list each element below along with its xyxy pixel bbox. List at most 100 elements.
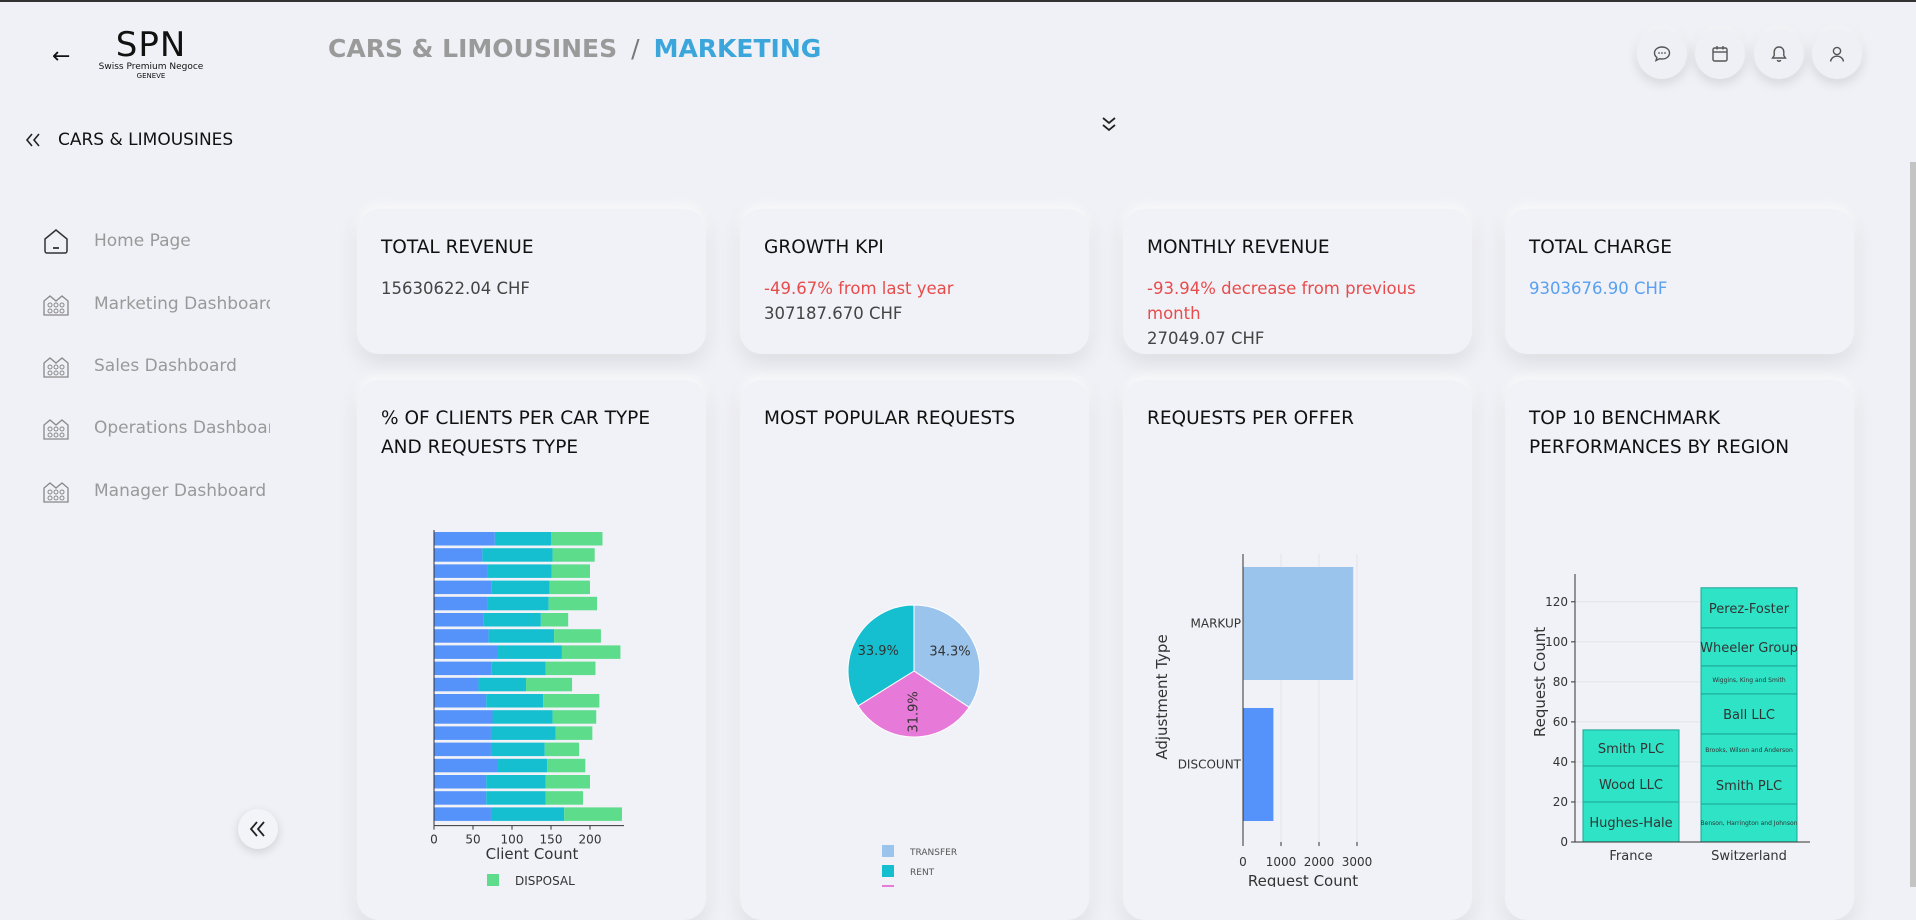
bar-segment	[545, 661, 596, 676]
bar-segment	[554, 629, 601, 643]
logo-subtitle: Swiss Premium Negoce	[98, 62, 204, 72]
sidebar-item-sales[interactable]: Sales Dashboard	[40, 346, 270, 386]
y-tick-label: 40	[1553, 755, 1568, 769]
y-tick-label: 80	[1553, 675, 1568, 689]
breadcrumb-section[interactable]: CARS & LIMOUSINES	[328, 34, 617, 63]
bar-segment-label: Wheeler Group	[1700, 641, 1798, 656]
bar-segment	[552, 548, 595, 562]
collapse-header-button[interactable]	[1100, 114, 1118, 138]
card-title: TOTAL CHARGE	[1529, 237, 1672, 258]
chat-icon	[1653, 46, 1671, 62]
sidebar-item-home[interactable]: Home Page	[40, 221, 270, 261]
bar-segment	[552, 710, 597, 724]
bar-segment	[490, 726, 556, 740]
card-title: REQUESTS PER OFFER	[1147, 408, 1354, 429]
bar-segment	[548, 596, 598, 611]
pie-slice-label: 34.3%	[929, 645, 970, 660]
sidebar-item-operations[interactable]: Operations Dashboard	[40, 408, 270, 448]
building-icon	[40, 412, 72, 444]
bar-segment	[434, 629, 489, 643]
kpi-value: 27049.07 CHF	[1147, 329, 1265, 348]
sidebar-item-label: Operations Dashboard	[94, 418, 270, 438]
clients-stacked-bar-chart: 0 50 100 150 200Client CountDISPOSAL	[430, 530, 624, 887]
x-tick-label: Switzerland	[1711, 849, 1787, 864]
home-icon	[40, 225, 72, 257]
sidebar-collapse-button[interactable]	[238, 809, 278, 849]
bar	[1243, 708, 1274, 821]
y-tick-label: DISCOUNT	[1178, 758, 1242, 772]
x-tick-label: 3000	[1342, 855, 1373, 869]
page-scrollbar[interactable]	[1910, 162, 1916, 887]
sidebar-item-label: Manager Dashboard	[94, 481, 267, 501]
sidebar-title: CARS & LIMOUSINES	[58, 130, 234, 150]
breadcrumb-separator: /	[631, 34, 640, 63]
bar-segment	[544, 742, 580, 757]
y-axis-label: Adjustment Type	[1153, 634, 1171, 759]
popular-requests-pie-chart: 34.3% 31.9% 33.9% TRANSFER RENT	[847, 604, 981, 887]
logo-mark: SPN	[115, 25, 187, 65]
breadcrumb-current: MARKETING	[653, 34, 822, 63]
bar-segment	[564, 807, 622, 821]
benchmark-stacked-bar-chart: 020406080100120Hughes-HaleWood LLCSmith …	[1531, 574, 1810, 864]
bar-segment-label: Brooks, Wilson and Anderson	[1705, 747, 1793, 754]
kpi-change: -93.94% decrease from previous month	[1147, 279, 1416, 323]
bar-segment	[434, 710, 493, 724]
legend-swatch	[882, 845, 894, 857]
bar-segment-label: Wiggins, King and Smith	[1712, 677, 1785, 684]
double-chevron-left-icon	[25, 133, 40, 147]
bar-segment-label: Perez-Foster	[1709, 602, 1790, 617]
bar-segment	[434, 661, 492, 676]
kpi-value: 9303676.90 CHF	[1529, 279, 1668, 298]
bar-segment	[545, 791, 583, 805]
bar-segment	[434, 645, 498, 659]
bar-segment	[497, 758, 548, 773]
back-arrow-icon[interactable]: ←	[52, 46, 70, 68]
calendar-icon	[1712, 46, 1728, 62]
bar-segment	[494, 532, 551, 546]
notifications-button[interactable]	[1754, 29, 1804, 79]
calendar-button[interactable]	[1695, 29, 1745, 79]
card-title: MOST POPULAR REQUESTS	[764, 408, 1016, 429]
y-tick-label: MARKUP	[1191, 617, 1241, 631]
bar-segment	[551, 564, 590, 578]
bar-segment	[486, 791, 546, 805]
y-tick-label: 120	[1545, 595, 1568, 609]
bar-segment	[491, 580, 550, 595]
y-tick-label: 0	[1560, 835, 1568, 849]
kpi-card-total-revenue: TOTAL REVENUE 15630622.04 CHF	[357, 209, 706, 354]
requests-per-offer-bar-chart: MARKUPDISCOUNT0 1000 2000 3000Request Count…	[1153, 554, 1373, 887]
sidebar-item-marketing[interactable]: Marketing Dashboard	[40, 284, 270, 324]
profile-button[interactable]	[1812, 29, 1862, 79]
bar	[1243, 567, 1354, 680]
bar-segment	[491, 661, 546, 676]
bar-segment	[483, 613, 541, 627]
building-icon	[40, 350, 72, 382]
legend-label: DISPOSAL	[515, 874, 575, 887]
card-title: TOTAL REVENUE	[381, 237, 534, 258]
sidebar-header[interactable]: CARS & LIMOUSINES	[24, 130, 233, 150]
bar-segment-label: Benson, Harrington and Johnson	[1701, 820, 1798, 827]
bar-segment	[434, 694, 487, 708]
sidebar-item-label: Home Page	[94, 231, 191, 251]
bar-segment	[487, 564, 552, 578]
bar-segment	[434, 613, 484, 627]
pie-slice-label: 31.9%	[906, 691, 921, 732]
kpi-change: -49.67% from last year	[764, 279, 954, 298]
card-title: MONTHLY REVENUE	[1147, 237, 1330, 258]
bar-segment	[497, 645, 562, 659]
bar-segment-label: Hughes-Hale	[1589, 816, 1672, 831]
bar-segment	[434, 548, 483, 562]
y-tick-label: 20	[1553, 795, 1568, 809]
bar-segment-label: Smith PLC	[1716, 779, 1782, 794]
bar-segment-label: Smith PLC	[1598, 742, 1664, 757]
bar-segment	[486, 775, 546, 789]
sidebar-item-manager[interactable]: Manager Dashboard	[40, 471, 270, 511]
chat-button[interactable]	[1637, 29, 1687, 79]
bar-segment	[434, 758, 498, 773]
bar-segment	[434, 742, 491, 757]
bar-segment	[434, 596, 488, 611]
legend-swatch	[487, 874, 499, 886]
bar-segment	[561, 645, 621, 659]
kpi-card-growth: GROWTH KPI -49.67% from last year 307187…	[740, 209, 1089, 354]
kpi-card-monthly-revenue: MONTHLY REVENUE -93.94% decrease from pr…	[1123, 209, 1472, 354]
